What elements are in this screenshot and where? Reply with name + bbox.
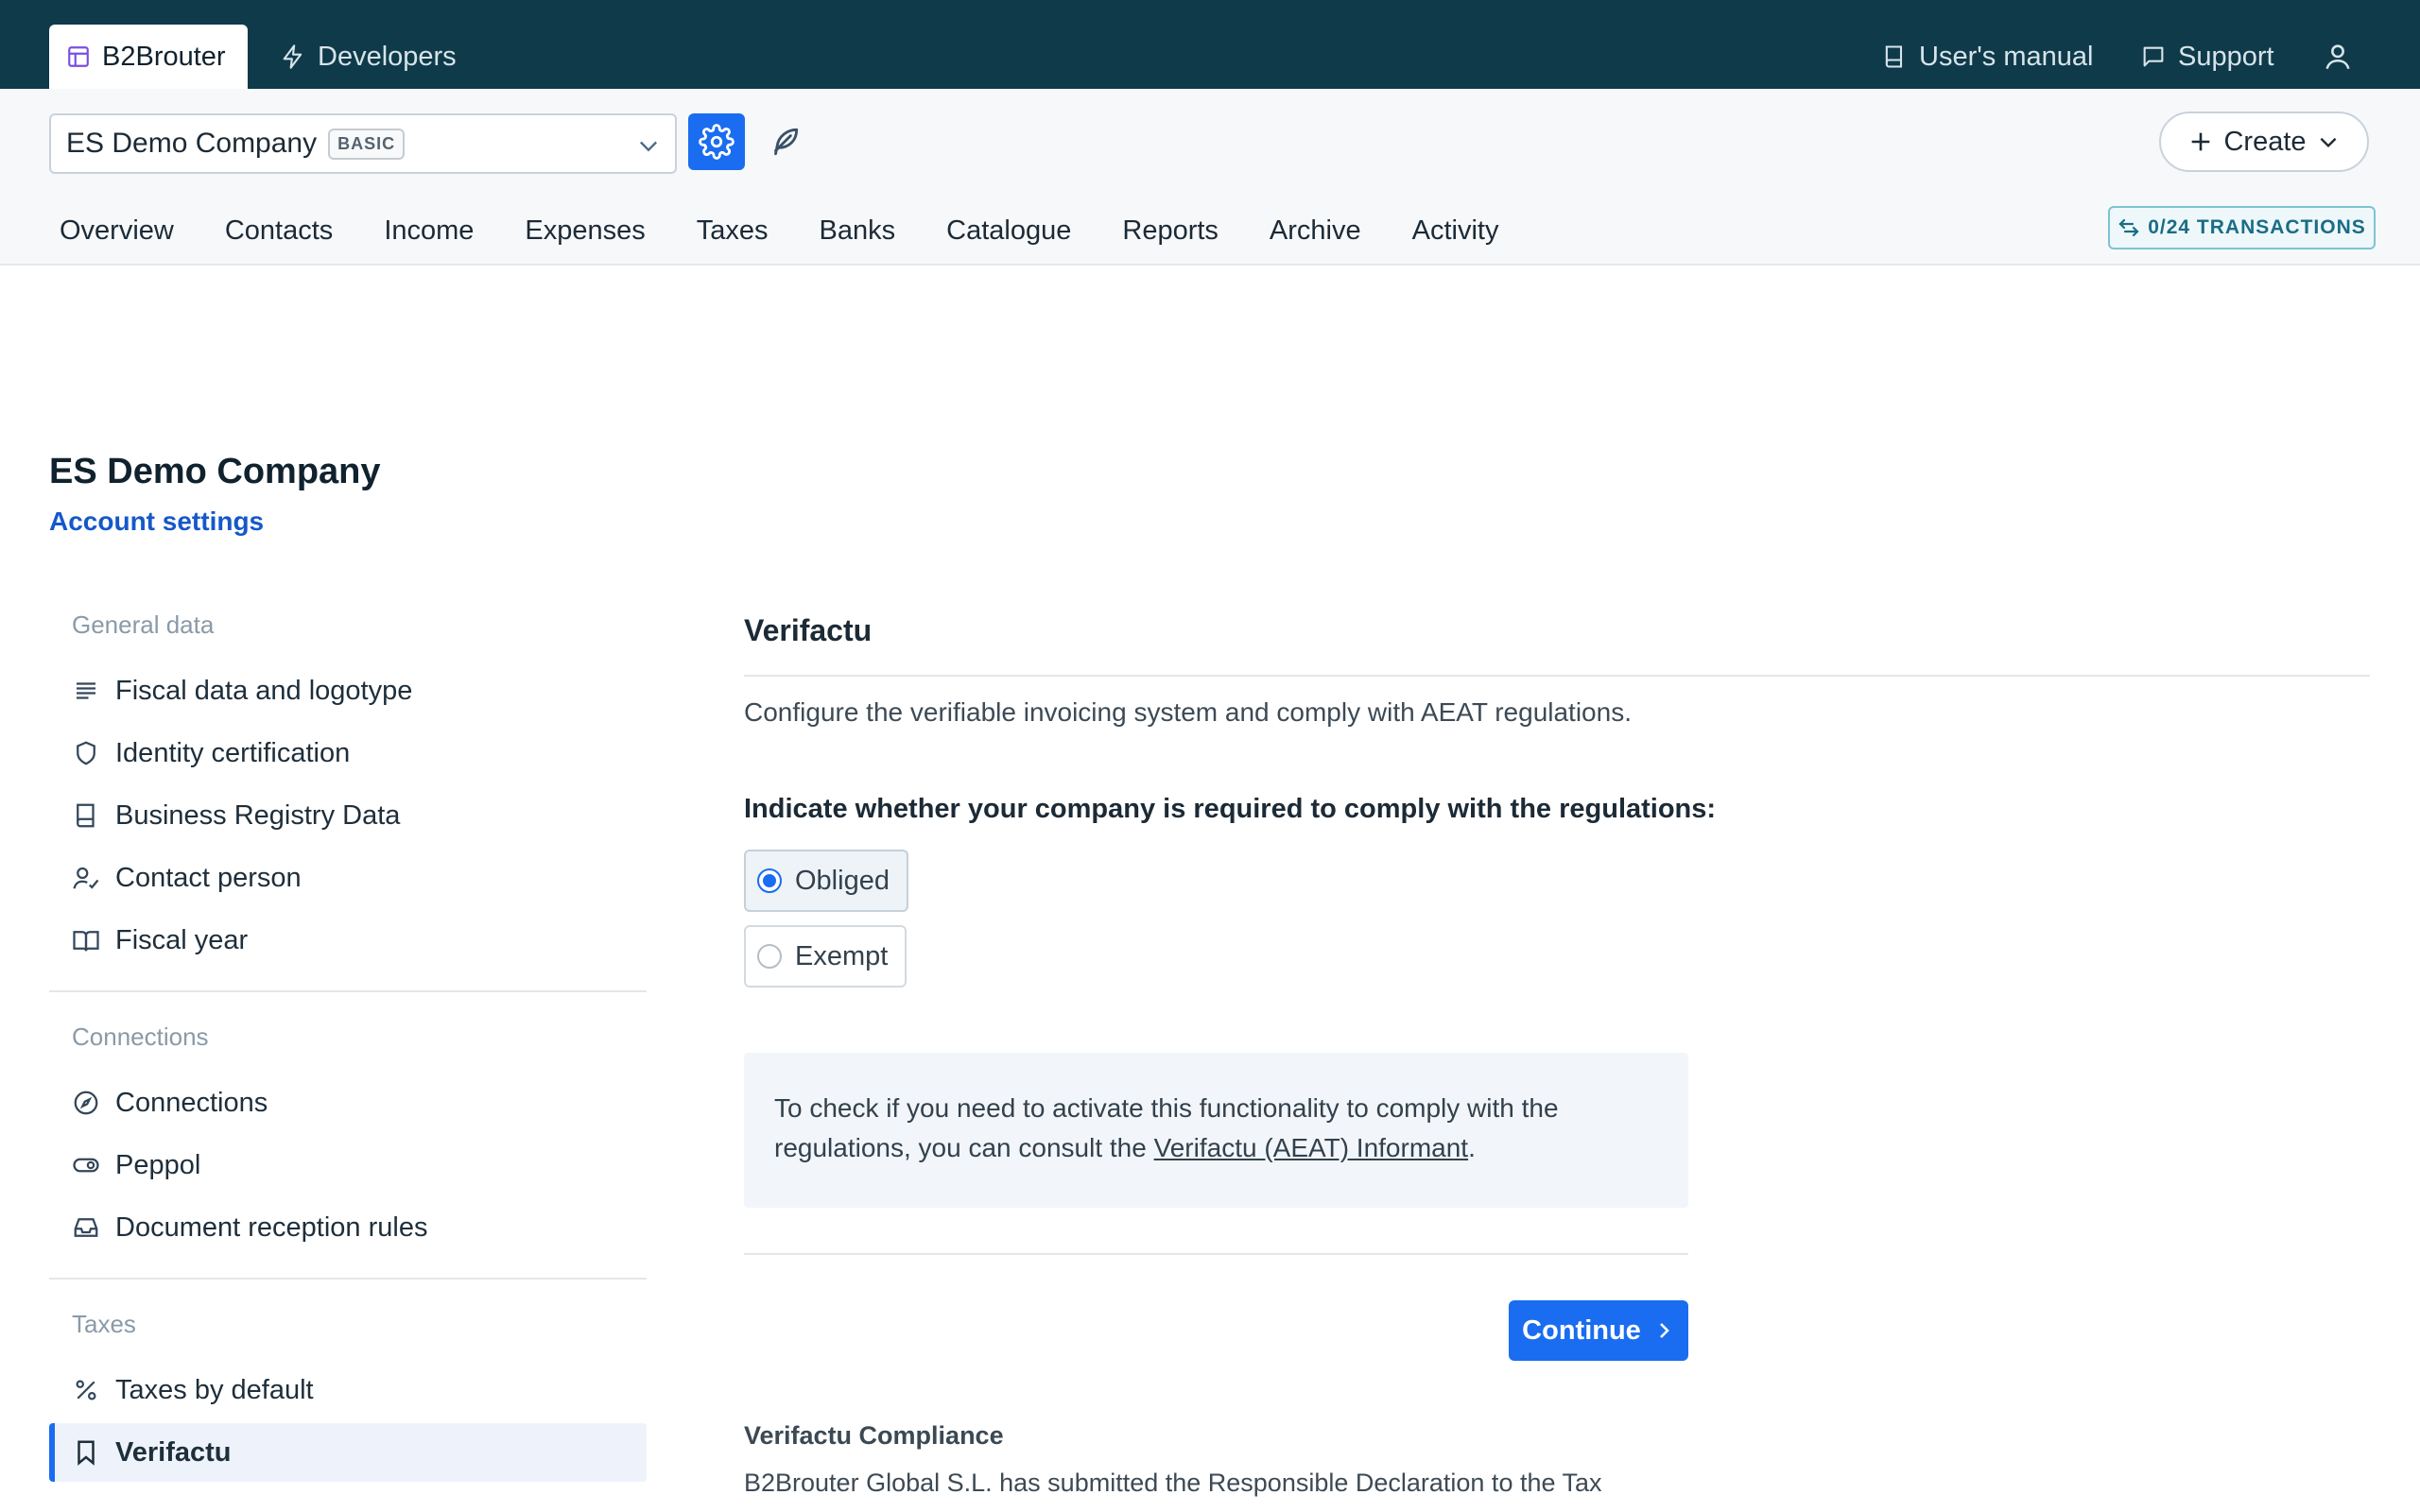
user-check-icon xyxy=(72,864,100,892)
main-nav: Overview Contacts Income Expenses Taxes … xyxy=(34,202,1524,259)
tab-label: B2Brouter xyxy=(102,41,226,72)
transfer-icon xyxy=(2118,216,2140,239)
sidebar-item-fiscal-data[interactable]: Fiscal data and logotype xyxy=(49,662,647,720)
toggle-icon xyxy=(72,1151,100,1179)
nav-reports[interactable]: Reports xyxy=(1097,215,1244,247)
verifactu-informant-link[interactable]: Verifactu (AEAT) Informant xyxy=(1154,1133,1469,1162)
chevron-down-icon xyxy=(635,132,662,159)
percent-icon xyxy=(72,1376,100,1404)
radio-label: Obliged xyxy=(795,865,890,896)
sidebar-item-label: Taxes by default xyxy=(115,1374,314,1405)
radio-exempt[interactable]: Exempt xyxy=(744,925,908,988)
sidebar-item-contact-person[interactable]: Contact person xyxy=(49,849,647,907)
create-button[interactable]: Create xyxy=(2159,112,2369,172)
settings-button[interactable] xyxy=(688,113,745,170)
nav-overview[interactable]: Overview xyxy=(34,215,199,247)
info-box: To check if you need to activate this fu… xyxy=(744,1053,1688,1208)
user-menu-button[interactable] xyxy=(2322,25,2354,89)
radio-label: Exempt xyxy=(795,940,889,971)
group-connections: Connections xyxy=(72,1022,209,1051)
settings-sidebar: General data Fiscal data and logotype Id… xyxy=(49,601,647,1486)
compliance-text: B2Brouter Global S.L. has submitted the … xyxy=(744,1469,1602,1497)
sidebar-item-document-reception-rules[interactable]: Document reception rules xyxy=(49,1198,647,1257)
sidebar-item-taxes-by-default[interactable]: Taxes by default xyxy=(49,1361,647,1419)
nav-banks[interactable]: Banks xyxy=(794,215,922,247)
sidebar-item-label: Peppol xyxy=(115,1149,201,1180)
feather-button[interactable] xyxy=(762,119,807,164)
content-divider xyxy=(744,1253,1688,1255)
radio-obliged[interactable]: Obliged xyxy=(744,850,908,912)
section-title: Verifactu xyxy=(744,601,2370,677)
sidebar-divider xyxy=(49,990,647,992)
inbox-icon xyxy=(72,1213,100,1242)
book-icon xyxy=(72,801,100,830)
company-name: ES Demo Company xyxy=(66,128,318,159)
support-link[interactable]: Support xyxy=(2140,25,2274,89)
gear-icon xyxy=(699,124,735,160)
nav-income[interactable]: Income xyxy=(358,215,499,247)
page-title: ES Demo Company xyxy=(49,452,381,491)
sidebar-item-label: Document reception rules xyxy=(115,1211,428,1243)
users-manual-label: User's manual xyxy=(1919,41,2094,72)
sidebar-item-connections[interactable]: Connections xyxy=(49,1074,647,1132)
sidebar-divider xyxy=(49,1278,647,1280)
sidebar-item-label: Fiscal data and logotype xyxy=(115,675,413,706)
continue-label: Continue xyxy=(1522,1314,1641,1346)
nav-archive[interactable]: Archive xyxy=(1244,215,1387,247)
sidebar-item-label: Connections xyxy=(115,1087,268,1118)
top-bar: B2Brouter Developers User's manual Suppo… xyxy=(0,0,2420,89)
nav-contacts[interactable]: Contacts xyxy=(199,215,358,247)
bolt-icon xyxy=(280,43,306,70)
radio-button[interactable] xyxy=(757,868,782,893)
transactions-count: 0/24 TRANSACTIONS xyxy=(2148,216,2366,238)
tab-label: Developers xyxy=(318,41,457,72)
transactions-badge[interactable]: 0/24 TRANSACTIONS xyxy=(2108,206,2376,249)
chat-icon xyxy=(2140,43,2167,70)
continue-button[interactable]: Continue xyxy=(1509,1300,1688,1361)
compliance-options: Obliged Exempt xyxy=(744,850,2370,988)
user-icon xyxy=(2322,41,2354,73)
sidebar-item-label: Fiscal year xyxy=(115,924,249,955)
nav-taxes[interactable]: Taxes xyxy=(671,215,794,247)
group-taxes: Taxes xyxy=(72,1310,136,1338)
nav-expenses[interactable]: Expenses xyxy=(499,215,670,247)
sidebar-item-business-registry[interactable]: Business Registry Data xyxy=(49,786,647,845)
section-description: Configure the verifiable invoicing syste… xyxy=(744,697,1632,727)
sidebar-item-label: Identity certification xyxy=(115,737,351,768)
users-manual-link[interactable]: User's manual xyxy=(1881,25,2093,89)
chevron-right-icon xyxy=(1652,1319,1675,1342)
plan-badge: BASIC xyxy=(328,128,406,160)
sidebar-item-peppol[interactable]: Peppol xyxy=(49,1136,647,1194)
text-lines-icon xyxy=(72,677,100,705)
bookmark-icon xyxy=(72,1438,100,1467)
sidebar-item-label: Contact person xyxy=(115,862,302,893)
nav-activity[interactable]: Activity xyxy=(1387,215,1525,247)
create-label: Create xyxy=(2223,126,2307,157)
account-settings-link[interactable]: Account settings xyxy=(49,507,264,537)
verifactu-panel: Verifactu Configure the verifiable invoi… xyxy=(744,601,2370,1497)
sidebar-item-label: Verifactu xyxy=(115,1436,232,1468)
nav-catalogue[interactable]: Catalogue xyxy=(921,215,1097,247)
feather-icon xyxy=(767,124,803,160)
shield-icon xyxy=(72,739,100,767)
radio-button[interactable] xyxy=(757,944,782,969)
support-label: Support xyxy=(2178,41,2274,72)
compliance-title: Verifactu Compliance xyxy=(744,1421,1004,1450)
group-general-data: General data xyxy=(72,610,215,639)
sidebar-item-verifactu[interactable]: Verifactu xyxy=(49,1423,647,1482)
chevron-down-icon xyxy=(2316,129,2341,154)
sidebar-item-fiscal-year[interactable]: Fiscal year xyxy=(49,911,647,970)
compass-icon xyxy=(72,1089,100,1117)
info-text-end: . xyxy=(1468,1133,1476,1162)
company-selector[interactable]: ES Demo Company BASIC xyxy=(49,113,677,174)
layout-icon xyxy=(66,44,91,69)
tab-developers[interactable]: Developers xyxy=(280,25,457,89)
compliance-question: Indicate whether your company is require… xyxy=(744,794,1717,824)
open-book-icon xyxy=(72,926,100,954)
plus-icon xyxy=(2187,129,2214,155)
sidebar-item-label: Business Registry Data xyxy=(115,799,401,831)
book-icon xyxy=(1881,43,1908,70)
sidebar-item-identity-certification[interactable]: Identity certification xyxy=(49,724,647,782)
tab-b2brouter[interactable]: B2Brouter xyxy=(49,25,248,89)
